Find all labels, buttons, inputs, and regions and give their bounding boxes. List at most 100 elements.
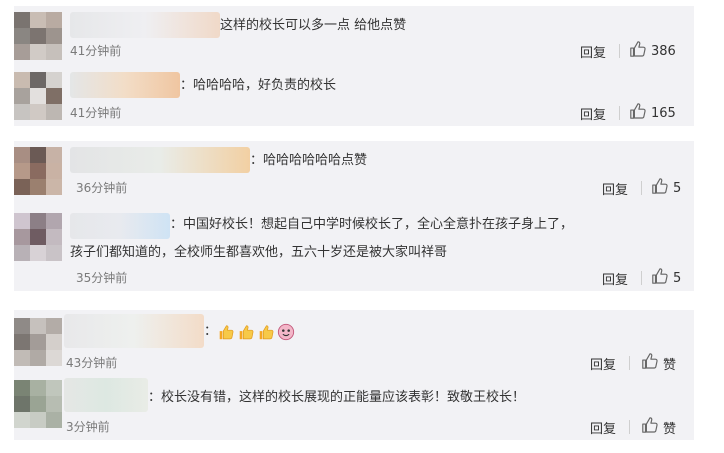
like-count: 5 — [673, 180, 682, 196]
avatar-pixel — [30, 412, 46, 428]
avatar-pixel — [14, 147, 30, 163]
avatar-pixel — [30, 28, 46, 44]
like-button[interactable]: 165 — [629, 102, 676, 124]
comment-time: 43分钟前 — [66, 356, 118, 370]
thumbs-up-glyph — [652, 178, 668, 194]
avatar-pixel — [46, 245, 62, 261]
thumbs-up-glyph — [642, 417, 658, 433]
comment-text: ：中国好校长！想起自己中学时候校长了，全心全意扑在孩子身上了，孩子们都知道的，全… — [70, 217, 574, 260]
avatar-pixel — [14, 72, 30, 88]
divider — [641, 181, 642, 195]
avatar[interactable] — [14, 380, 62, 428]
avatar-pixel — [14, 318, 30, 334]
thumbs-up-icon — [651, 177, 669, 199]
comment-time: 35分钟前 — [76, 271, 128, 285]
comment-time: 41分钟前 — [70, 44, 122, 58]
avatar-pixel — [30, 245, 46, 261]
reply-button[interactable]: 回复 — [602, 179, 628, 198]
reply-button[interactable]: 回复 — [580, 104, 606, 123]
commenter-name[interactable] — [64, 314, 204, 348]
avatar-pixel — [46, 396, 62, 412]
commenter-name[interactable] — [70, 12, 220, 38]
like-button[interactable]: 5 — [651, 177, 681, 199]
comment-time: 3分钟前 — [66, 420, 110, 434]
avatar-pixel — [46, 147, 62, 163]
avatar-pixel — [46, 350, 62, 366]
thumbs-up-glyph — [642, 353, 658, 369]
comment-time: 36分钟前 — [76, 181, 128, 195]
avatar-pixel — [46, 44, 62, 60]
avatar-pixel — [46, 380, 62, 396]
comment-group: 这样的校长可以多一点 给他点赞 41分钟前 回复 386 ：哈哈哈哈，好负责的校… — [14, 6, 694, 126]
avatar-pixel — [14, 12, 30, 28]
avatar-pixel — [30, 229, 46, 245]
avatar-pixel — [30, 104, 46, 120]
avatar-pixel — [14, 28, 30, 44]
avatar-pixel — [14, 396, 30, 412]
thumbs-up-icon — [257, 324, 277, 339]
avatar-pixel — [46, 179, 62, 195]
avatar-pixel — [30, 380, 46, 396]
divider — [629, 420, 630, 434]
comment-text: ： — [204, 320, 297, 344]
avatar-pixel — [14, 104, 30, 120]
avatar[interactable] — [14, 147, 62, 195]
avatar-pixel — [30, 396, 46, 412]
commenter-name[interactable] — [70, 147, 250, 173]
avatar-pixel — [14, 163, 30, 179]
thumbs-up-icon — [651, 267, 669, 289]
divider — [629, 356, 630, 370]
avatar-pixel — [30, 163, 46, 179]
like-button[interactable]: 5 — [651, 267, 681, 289]
avatar-pixel — [46, 412, 62, 428]
thumbs-up-glyph — [652, 268, 668, 284]
reply-button[interactable]: 回复 — [602, 269, 628, 288]
comment-prefix: ： — [204, 324, 218, 339]
like-button[interactable]: 386 — [629, 40, 676, 62]
avatar-pixel — [46, 28, 62, 44]
comment-item: ：中国好校长！想起自己中学时候校长了，全心全意扑在孩子身上了，孩子们都知道的，全… — [14, 207, 694, 291]
avatar-pixel — [14, 213, 30, 229]
avatar-pixel — [46, 72, 62, 88]
avatar[interactable] — [14, 12, 62, 60]
thumbs-up-icon — [641, 352, 659, 374]
comment-time: 41分钟前 — [70, 106, 122, 120]
thumbs-up-glyph — [630, 103, 646, 119]
reply-button[interactable]: 回复 — [590, 418, 616, 437]
reply-button[interactable]: 回复 — [590, 354, 616, 373]
avatar-pixel — [30, 12, 46, 28]
like-button[interactable]: 赞 — [641, 352, 676, 374]
avatar-pixel — [30, 44, 46, 60]
avatar-pixel — [14, 245, 30, 261]
avatar-pixel — [14, 412, 30, 428]
avatar-pixel — [30, 72, 46, 88]
comment-item: ： 43分钟前 回复 赞 — [14, 310, 694, 374]
pink-face-icon — [277, 323, 297, 340]
thumbs-up-glyph — [630, 41, 646, 57]
avatar-pixel — [46, 88, 62, 104]
avatar[interactable] — [14, 213, 62, 261]
avatar-pixel — [46, 213, 62, 229]
avatar[interactable] — [14, 318, 62, 366]
like-count: 5 — [673, 270, 682, 286]
thumbs-up-icon — [629, 40, 647, 62]
commenter-name[interactable] — [64, 378, 148, 412]
avatar-pixel — [46, 318, 62, 334]
avatar-pixel — [30, 88, 46, 104]
avatar[interactable] — [14, 72, 62, 120]
comment-item: ：校长没有错，这样的校长展现的正能量应该表彰！致敬王校长！ 3分钟前 回复 赞 — [14, 376, 694, 440]
avatar-pixel — [14, 350, 30, 366]
avatar-pixel — [30, 350, 46, 366]
comment-group: ： 43分钟前 回复 赞 ：校长没有错，这样的校长展现的正能量应该表彰！致敬王校… — [14, 310, 694, 440]
reply-button[interactable]: 回复 — [580, 42, 606, 61]
avatar-pixel — [30, 334, 46, 350]
divider — [619, 44, 620, 58]
avatar-pixel — [46, 104, 62, 120]
avatar-pixel — [30, 213, 46, 229]
commenter-name[interactable] — [70, 72, 180, 98]
like-button[interactable]: 赞 — [641, 416, 676, 438]
comment-item: ：哈哈哈哈哈哈点赞 36分钟前 回复 5 — [14, 141, 694, 203]
comment-group: ：哈哈哈哈哈哈点赞 36分钟前 回复 5 ：中国好校长！想起自己中学时候校长了，… — [14, 141, 694, 291]
avatar-pixel — [46, 334, 62, 350]
avatar-pixel — [46, 12, 62, 28]
